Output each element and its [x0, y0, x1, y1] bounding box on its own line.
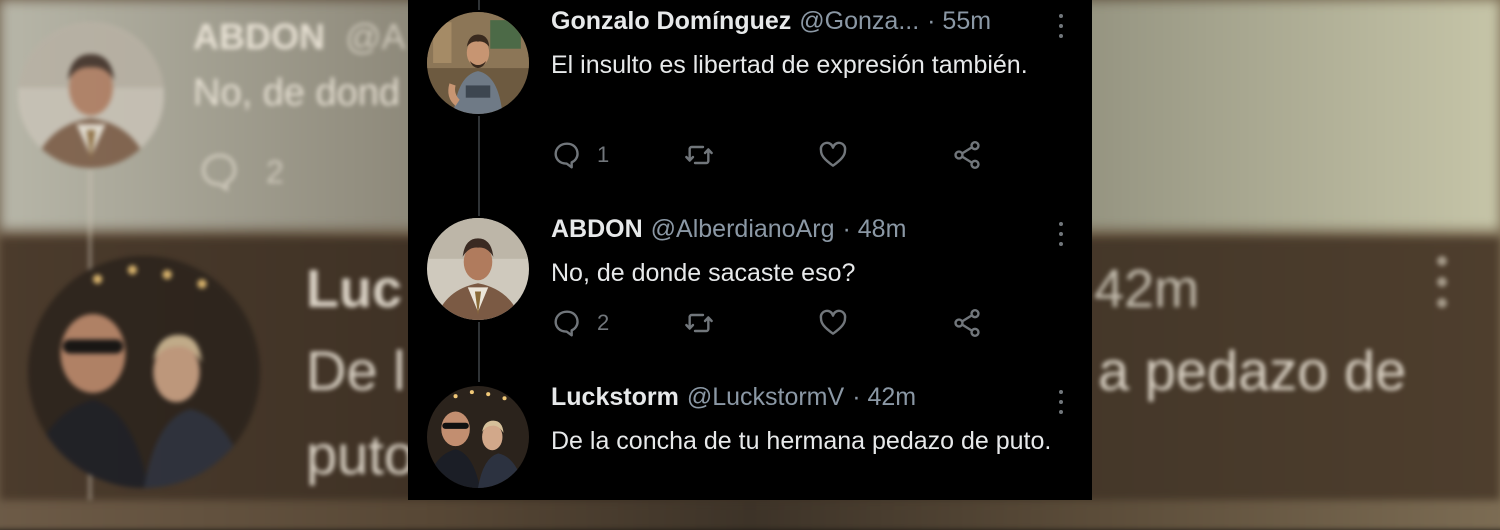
- tweet-header: Luckstorm @LuckstormV · 42m: [551, 382, 916, 412]
- retweet-button[interactable]: [683, 138, 715, 172]
- author-name[interactable]: Luckstorm: [551, 382, 679, 412]
- share-icon: [954, 309, 980, 337]
- like-button[interactable]: [817, 306, 849, 340]
- tweet-timestamp[interactable]: · 48m: [843, 214, 907, 244]
- author-handle[interactable]: @LuckstormV: [687, 382, 844, 412]
- blurred-more-icon: [1435, 256, 1449, 308]
- retweet-icon: [685, 313, 713, 333]
- author-handle[interactable]: @AlberdianoArg: [651, 214, 835, 244]
- tweet-thread-panel: Gonzalo Domínguez @Gonza... · 55m El ins…: [408, 0, 1092, 500]
- retweet-button[interactable]: [683, 306, 715, 340]
- author-handle[interactable]: @Gonza...: [799, 6, 919, 36]
- tweet-gonzalo[interactable]: Gonzalo Domínguez @Gonza... · 55m El ins…: [408, 6, 1092, 196]
- tweet-luckstorm[interactable]: Luckstorm @LuckstormV · 42m De la concha…: [408, 382, 1092, 500]
- blurred-avatar-luckstorm: [28, 256, 260, 488]
- like-icon: [819, 309, 847, 335]
- tweet-header: ABDON @AlberdianoArg · 48m: [551, 214, 906, 244]
- tweet-text: De la concha de tu hermana pedazo de put…: [551, 427, 1052, 455]
- retweet-icon: [685, 145, 713, 165]
- tweet-abdon[interactable]: ABDON @AlberdianoArg · 48m No, de donde …: [408, 214, 1092, 364]
- share-button[interactable]: [951, 138, 983, 172]
- tweet-timestamp[interactable]: · 42m: [852, 382, 916, 412]
- blurred-name-abdon: ABDON: [193, 16, 325, 57]
- reply-count: 1: [597, 142, 610, 167]
- tweet-text: El insulto es libertad de expresión tamb…: [551, 51, 1028, 79]
- tweet-text: No, de donde sacaste eso?: [551, 259, 856, 287]
- more-options-icon[interactable]: [1054, 390, 1068, 414]
- blurred-text-luckstorm-line1-left: De l: [306, 339, 406, 402]
- blurred-time-luckstorm: 42m: [1094, 259, 1200, 319]
- reply-icon: [554, 310, 579, 337]
- blurred-text-luckstorm-line1-right: a pedazo de: [1098, 339, 1407, 402]
- reply-count: 2: [597, 310, 610, 335]
- more-options-icon[interactable]: [1054, 222, 1068, 246]
- tweet-actions: 2: [551, 306, 1011, 340]
- reply-button[interactable]: 2: [551, 306, 609, 340]
- share-icon: [954, 141, 980, 169]
- avatar-luckstorm[interactable]: [427, 386, 529, 488]
- reply-button[interactable]: 1: [551, 138, 609, 172]
- author-name[interactable]: ABDON: [551, 214, 643, 244]
- blurred-name-luckstorm: Luc: [306, 259, 403, 319]
- tweet-actions: 1: [551, 138, 1011, 172]
- like-button[interactable]: [817, 138, 849, 172]
- blurred-text-luckstorm-line2: puto: [306, 423, 415, 486]
- more-options-icon[interactable]: [1054, 14, 1068, 38]
- tweet-header: Gonzalo Domínguez @Gonza... · 55m: [551, 6, 991, 36]
- avatar-abdon[interactable]: [427, 218, 529, 320]
- avatar-gonzalo[interactable]: [427, 12, 529, 114]
- blurred-reply-icon: [198, 150, 242, 203]
- blurred-reply-count: 2: [266, 154, 284, 190]
- share-button[interactable]: [951, 306, 983, 340]
- blurred-avatar-abdon: [18, 22, 164, 168]
- blurred-handle-abdon: @A: [345, 16, 406, 57]
- tweet-timestamp[interactable]: · 55m: [927, 6, 991, 36]
- like-icon: [819, 141, 847, 167]
- blurred-text-abdon: No, de dond: [193, 72, 401, 114]
- author-name[interactable]: Gonzalo Domínguez: [551, 6, 791, 36]
- reply-icon: [554, 142, 579, 169]
